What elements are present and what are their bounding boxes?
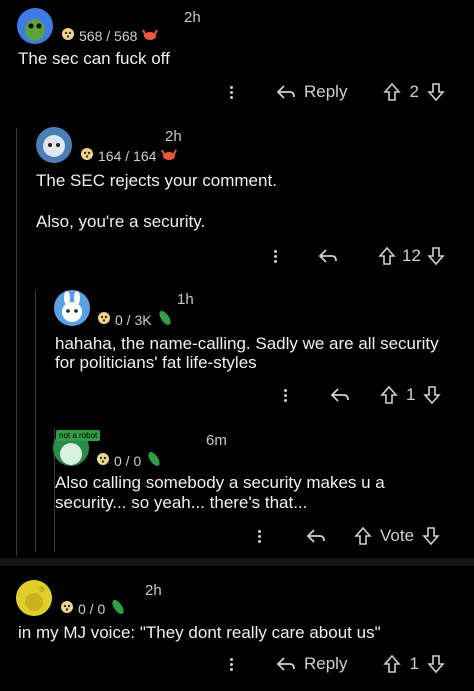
comment-actions: 1 <box>284 385 442 405</box>
not-a-robot-badge: not a robot <box>56 430 101 441</box>
karma-count: 164 / 164 <box>98 147 157 164</box>
karma-icon <box>60 600 74 617</box>
more-icon[interactable] <box>284 387 288 404</box>
comment-body-line: The SEC rejects your comment. <box>36 171 277 190</box>
karma-icon <box>96 452 110 469</box>
upvote-icon <box>383 654 402 673</box>
upvote-icon <box>383 82 402 101</box>
more-icon[interactable] <box>258 528 262 545</box>
avatar[interactable] <box>16 580 52 616</box>
comment-time: 1h <box>177 291 194 308</box>
downvote-icon <box>423 386 442 405</box>
reply-icon <box>330 388 349 402</box>
crab-icon <box>160 146 178 165</box>
karma-icon <box>97 311 111 328</box>
upvote-icon <box>380 385 398 404</box>
downvote-button[interactable] <box>427 246 445 266</box>
comment-body: The sec can fuck off <box>18 49 170 68</box>
crab-icon <box>141 26 159 45</box>
comment-body-line: Also, you're a security. <box>36 212 206 231</box>
comment-body-line: Also calling somebody a security makes u… <box>55 473 385 492</box>
reply-icon <box>276 657 295 671</box>
upvote-button[interactable] <box>378 246 396 266</box>
upvote-button[interactable] <box>383 82 402 102</box>
karma-icon <box>61 27 75 44</box>
comment-karma: 164 / 164 <box>80 146 178 165</box>
more-icon[interactable] <box>274 248 278 265</box>
reply-icon <box>276 85 295 99</box>
vote-count: 2 <box>409 82 419 101</box>
karma-count: 0 / 0 <box>78 600 106 617</box>
reply-label: Reply <box>304 82 348 101</box>
comment-body-line: for politicians' fat life-styles <box>55 353 257 372</box>
pickle-icon <box>145 450 163 471</box>
more-icon[interactable] <box>230 84 234 101</box>
downvote-icon <box>427 655 445 674</box>
reply-icon <box>318 249 337 263</box>
karma-count: 568 / 568 <box>79 27 138 44</box>
avatar[interactable] <box>54 290 90 326</box>
upvote-icon <box>354 526 372 545</box>
thread-separator <box>0 558 474 566</box>
karma-count: 0 / 3K <box>115 311 152 328</box>
upvote-icon <box>378 246 396 265</box>
avatar[interactable] <box>36 127 72 163</box>
comment-karma: 0 / 0 <box>60 598 127 619</box>
upvote-button[interactable] <box>380 385 398 405</box>
comment-time: 2h <box>165 128 182 145</box>
comment-time: 2h <box>145 582 162 599</box>
downvote-button[interactable] <box>427 654 445 674</box>
comment-actions: Reply 1 <box>230 654 445 674</box>
reply-button[interactable]: Reply <box>276 82 347 102</box>
downvote-button[interactable] <box>422 526 440 546</box>
reply-button[interactable]: Reply <box>276 654 347 674</box>
thread-line[interactable] <box>35 290 36 552</box>
avatar[interactable] <box>17 8 53 44</box>
comment-actions: Vote <box>258 526 440 546</box>
comment-body-line: security... so yeah... there's that... <box>55 493 308 512</box>
downvote-button[interactable] <box>423 385 442 405</box>
reply-label: Reply <box>304 654 348 673</box>
reply-button[interactable] <box>318 247 338 265</box>
downvote-icon <box>427 247 445 266</box>
vote-count: 1 <box>406 385 416 404</box>
karma-icon <box>80 147 94 164</box>
vote-count: 1 <box>409 654 419 673</box>
comment-actions: Reply 2 <box>230 82 445 102</box>
comment-karma: 0 / 0 <box>96 450 163 471</box>
comment-karma: 0 / 3K <box>97 309 174 330</box>
comment-body: in my MJ voice: "They dont really care a… <box>18 623 381 642</box>
thread-line[interactable] <box>16 128 17 556</box>
reply-button[interactable] <box>330 386 350 404</box>
downvote-icon <box>427 83 445 102</box>
downvote-button[interactable] <box>427 82 445 102</box>
comment-karma: 568 / 568 <box>61 26 159 45</box>
reply-icon <box>306 529 325 543</box>
pickle-icon <box>109 598 127 619</box>
comment-time: 6m <box>206 432 227 449</box>
comment-time: 2h <box>184 9 201 26</box>
vote-count: 12 <box>402 246 421 265</box>
pickle-icon <box>156 309 174 330</box>
comment-actions: 12 <box>274 246 445 266</box>
more-icon[interactable] <box>230 656 234 673</box>
upvote-button[interactable] <box>354 526 372 546</box>
downvote-icon <box>422 527 440 546</box>
badge-label: not a robot <box>59 431 98 440</box>
vote-label: Vote <box>380 526 415 545</box>
karma-count: 0 / 0 <box>114 452 142 469</box>
reply-button[interactable] <box>306 527 326 545</box>
upvote-button[interactable] <box>383 654 402 674</box>
